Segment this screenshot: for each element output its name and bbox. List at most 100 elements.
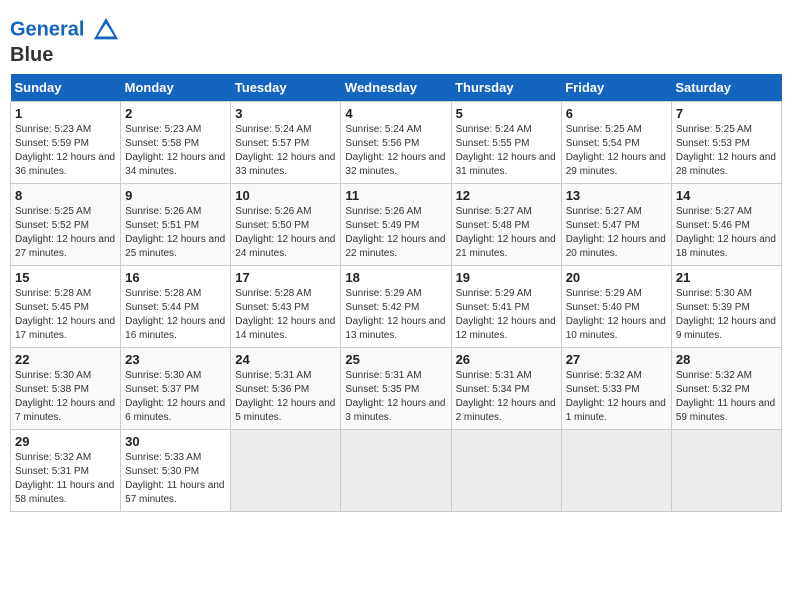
day-info: Sunrise: 5:28 AMSunset: 5:44 PMDaylight:…: [125, 287, 226, 343]
calendar-cell: 3 Sunrise: 5:24 AMSunset: 5:57 PMDaylight…: [231, 102, 341, 184]
calendar-cell: 24 Sunrise: 5:31 AMSunset: 5:36 PMDayligh…: [231, 348, 341, 430]
calendar-cell: 17 Sunrise: 5:28 AMSunset: 5:43 PMDayligh…: [231, 266, 341, 348]
day-info: Sunrise: 5:28 AMSunset: 5:43 PMDaylight:…: [235, 287, 336, 343]
day-number: 22: [15, 352, 116, 367]
day-info: Sunrise: 5:26 AMSunset: 5:51 PMDaylight:…: [125, 205, 226, 261]
calendar-cell: 10 Sunrise: 5:26 AMSunset: 5:50 PMDayligh…: [231, 184, 341, 266]
calendar-cell: 1 Sunrise: 5:23 AMSunset: 5:59 PMDaylight…: [11, 102, 121, 184]
day-info: Sunrise: 5:27 AMSunset: 5:48 PMDaylight:…: [456, 205, 557, 261]
day-info: Sunrise: 5:24 AMSunset: 5:57 PMDaylight:…: [235, 123, 336, 179]
day-number: 25: [345, 352, 446, 367]
header-monday: Monday: [121, 74, 231, 102]
calendar-cell: 6 Sunrise: 5:25 AMSunset: 5:54 PMDaylight…: [561, 102, 671, 184]
header-wednesday: Wednesday: [341, 74, 451, 102]
day-info: Sunrise: 5:30 AMSunset: 5:39 PMDaylight:…: [676, 287, 777, 343]
day-number: 19: [456, 270, 557, 285]
calendar-table: SundayMondayTuesdayWednesdayThursdayFrid…: [10, 74, 782, 512]
day-info: Sunrise: 5:26 AMSunset: 5:50 PMDaylight:…: [235, 205, 336, 261]
day-info: Sunrise: 5:29 AMSunset: 5:42 PMDaylight:…: [345, 287, 446, 343]
header-saturday: Saturday: [671, 74, 781, 102]
day-number: 14: [676, 188, 777, 203]
day-number: 18: [345, 270, 446, 285]
calendar-cell: 22 Sunrise: 5:30 AMSunset: 5:38 PMDayligh…: [11, 348, 121, 430]
calendar-cell: [451, 430, 561, 512]
calendar-cell: 2 Sunrise: 5:23 AMSunset: 5:58 PMDaylight…: [121, 102, 231, 184]
day-info: Sunrise: 5:27 AMSunset: 5:46 PMDaylight:…: [676, 205, 777, 261]
day-number: 20: [566, 270, 667, 285]
day-info: Sunrise: 5:29 AMSunset: 5:40 PMDaylight:…: [566, 287, 667, 343]
day-number: 5: [456, 106, 557, 121]
week-row-1: 8 Sunrise: 5:25 AMSunset: 5:52 PMDaylight…: [11, 184, 782, 266]
calendar-cell: 16 Sunrise: 5:28 AMSunset: 5:44 PMDayligh…: [121, 266, 231, 348]
day-number: 4: [345, 106, 446, 121]
day-info: Sunrise: 5:25 AMSunset: 5:53 PMDaylight:…: [676, 123, 777, 179]
day-info: Sunrise: 5:28 AMSunset: 5:45 PMDaylight:…: [15, 287, 116, 343]
day-number: 13: [566, 188, 667, 203]
week-row-3: 22 Sunrise: 5:30 AMSunset: 5:38 PMDayligh…: [11, 348, 782, 430]
week-row-4: 29Sunrise: 5:32 AMSunset: 5:31 PMDayligh…: [11, 430, 782, 512]
day-info: Sunrise: 5:26 AMSunset: 5:49 PMDaylight:…: [345, 205, 446, 261]
header-thursday: Thursday: [451, 74, 561, 102]
calendar-cell: [671, 430, 781, 512]
calendar-cell: 5 Sunrise: 5:24 AMSunset: 5:55 PMDaylight…: [451, 102, 561, 184]
day-number: 27: [566, 352, 667, 367]
calendar-cell: 15 Sunrise: 5:28 AMSunset: 5:45 PMDayligh…: [11, 266, 121, 348]
day-number: 6: [566, 106, 667, 121]
calendar-cell: 7 Sunrise: 5:25 AMSunset: 5:53 PMDaylight…: [671, 102, 781, 184]
day-info: Sunrise: 5:31 AMSunset: 5:36 PMDaylight:…: [235, 369, 336, 425]
calendar-cell: [561, 430, 671, 512]
day-number: 16: [125, 270, 226, 285]
day-number: 21: [676, 270, 777, 285]
day-info: Sunrise: 5:25 AMSunset: 5:54 PMDaylight:…: [566, 123, 667, 179]
day-info: Sunrise: 5:24 AMSunset: 5:55 PMDaylight:…: [456, 123, 557, 179]
day-number: 7: [676, 106, 777, 121]
day-number: 23: [125, 352, 226, 367]
day-info: Sunrise: 5:29 AMSunset: 5:41 PMDaylight:…: [456, 287, 557, 343]
calendar-cell: 23 Sunrise: 5:30 AMSunset: 5:37 PMDayligh…: [121, 348, 231, 430]
day-info: Sunrise: 5:32 AMSunset: 5:31 PMDaylight:…: [15, 451, 116, 507]
day-number: 3: [235, 106, 336, 121]
day-info: Sunrise: 5:24 AMSunset: 5:56 PMDaylight:…: [345, 123, 446, 179]
calendar-cell: 30 Sunrise: 5:33 AMSunset: 5:30 PMDayligh…: [121, 430, 231, 512]
header-tuesday: Tuesday: [231, 74, 341, 102]
header-sunday: Sunday: [11, 74, 121, 102]
day-number: 15: [15, 270, 116, 285]
day-info: Sunrise: 5:31 AMSunset: 5:34 PMDaylight:…: [456, 369, 557, 425]
day-info: Sunrise: 5:30 AMSunset: 5:38 PMDaylight:…: [15, 369, 116, 425]
day-number: 28: [676, 352, 777, 367]
day-info: Sunrise: 5:25 AMSunset: 5:52 PMDaylight:…: [15, 205, 116, 261]
calendar-cell: 26 Sunrise: 5:31 AMSunset: 5:34 PMDayligh…: [451, 348, 561, 430]
calendar-cell: 18 Sunrise: 5:29 AMSunset: 5:42 PMDayligh…: [341, 266, 451, 348]
day-number: 26: [456, 352, 557, 367]
calendar-cell: 20 Sunrise: 5:29 AMSunset: 5:40 PMDayligh…: [561, 266, 671, 348]
day-number: 8: [15, 188, 116, 203]
day-number: 1: [15, 106, 116, 121]
day-number: 24: [235, 352, 336, 367]
calendar-cell: 11Sunrise: 5:26 AMSunset: 5:49 PMDayligh…: [341, 184, 451, 266]
calendar-cell: 9Sunrise: 5:26 AMSunset: 5:51 PMDaylight…: [121, 184, 231, 266]
day-info: Sunrise: 5:27 AMSunset: 5:47 PMDaylight:…: [566, 205, 667, 261]
day-number: 10: [235, 188, 336, 203]
day-info: Sunrise: 5:32 AMSunset: 5:33 PMDaylight:…: [566, 369, 667, 425]
day-info: Sunrise: 5:31 AMSunset: 5:35 PMDaylight:…: [345, 369, 446, 425]
calendar-cell: 27 Sunrise: 5:32 AMSunset: 5:33 PMDayligh…: [561, 348, 671, 430]
day-info: Sunrise: 5:30 AMSunset: 5:37 PMDaylight:…: [125, 369, 226, 425]
calendar-cell: 29Sunrise: 5:32 AMSunset: 5:31 PMDayligh…: [11, 430, 121, 512]
calendar-cell: 19 Sunrise: 5:29 AMSunset: 5:41 PMDayligh…: [451, 266, 561, 348]
week-row-0: 1 Sunrise: 5:23 AMSunset: 5:59 PMDaylight…: [11, 102, 782, 184]
day-number: 17: [235, 270, 336, 285]
day-number: 30: [125, 434, 226, 449]
calendar-cell: 25 Sunrise: 5:31 AMSunset: 5:35 PMDayligh…: [341, 348, 451, 430]
logo: General Blue: [10, 16, 120, 66]
day-info: Sunrise: 5:23 AMSunset: 5:58 PMDaylight:…: [125, 123, 226, 179]
calendar-cell: [341, 430, 451, 512]
day-info: Sunrise: 5:33 AMSunset: 5:30 PMDaylight:…: [125, 451, 226, 507]
calendar-cell: [231, 430, 341, 512]
calendar-header-row: SundayMondayTuesdayWednesdayThursdayFrid…: [11, 74, 782, 102]
day-info: Sunrise: 5:32 AMSunset: 5:32 PMDaylight:…: [676, 369, 777, 425]
calendar-cell: 13 Sunrise: 5:27 AMSunset: 5:47 PMDayligh…: [561, 184, 671, 266]
day-number: 2: [125, 106, 226, 121]
logo-text: General Blue: [10, 16, 120, 66]
day-info: Sunrise: 5:23 AMSunset: 5:59 PMDaylight:…: [15, 123, 116, 179]
calendar-cell: 14 Sunrise: 5:27 AMSunset: 5:46 PMDayligh…: [671, 184, 781, 266]
